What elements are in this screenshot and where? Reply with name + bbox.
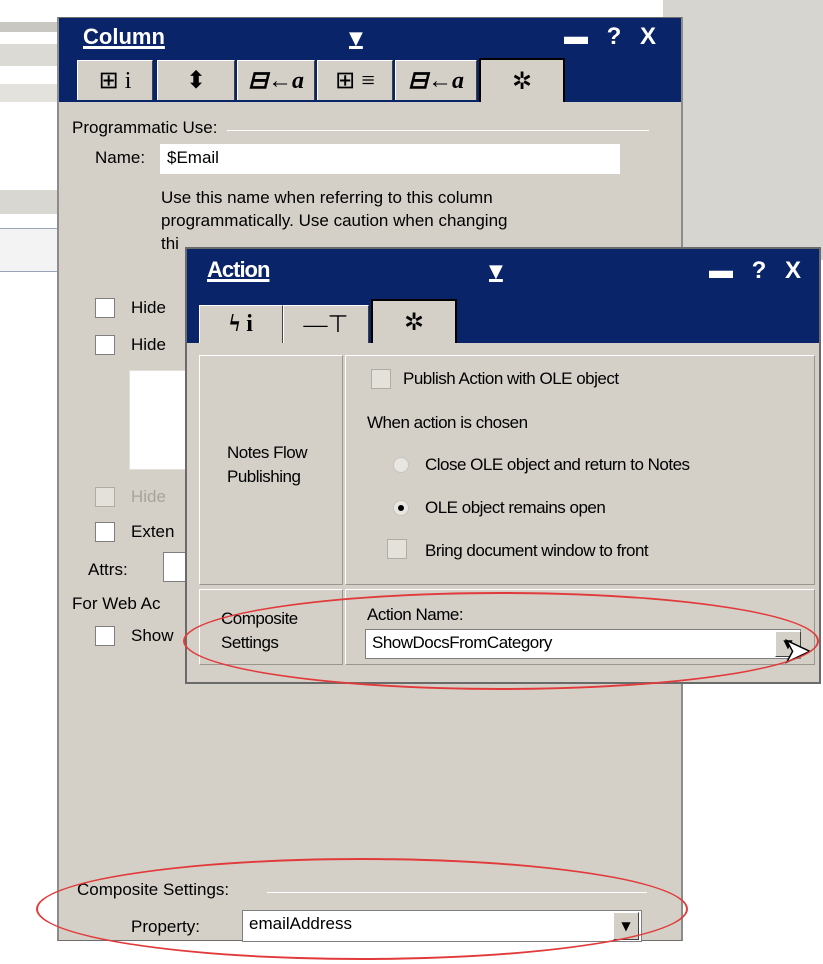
programmatic-use-label: Programmatic Use: xyxy=(72,118,218,137)
extend-checkbox[interactable] xyxy=(95,522,115,542)
tab-column-info[interactable]: ⊞ i xyxy=(77,60,153,100)
column-tab-strip: ⊞ i ⬍ ⊟←a ⊞ ≡ ⊟←a ✲ xyxy=(59,58,681,102)
bg-toolbar-band xyxy=(0,44,60,66)
column-titlebar[interactable]: Column ▼ ▬ ? X xyxy=(59,18,681,58)
bg-right-edge xyxy=(663,0,823,260)
tab-label: ⊞ i xyxy=(98,68,132,94)
help-text: programmatically. Use caution when chang… xyxy=(161,211,508,230)
bg-toolbar-band xyxy=(0,190,60,214)
hide-checkbox-disabled xyxy=(95,487,115,507)
hide-formula-box[interactable] xyxy=(129,370,189,470)
bg-toolbar-band xyxy=(0,22,60,32)
notes-flow-label: Publishing xyxy=(227,467,301,486)
for-web-label: For Web Ac xyxy=(72,594,161,613)
help-text: Use this name when referring to this col… xyxy=(161,188,493,207)
bring-front-checkbox[interactable] xyxy=(387,539,407,559)
tab-label: ✲ xyxy=(511,68,533,95)
window-controls-icons[interactable]: ▬ ? X xyxy=(564,23,662,50)
bg-toolbar-band xyxy=(0,84,60,102)
attrs-field[interactable] xyxy=(163,552,187,582)
tab-label: ⊞ ≡ xyxy=(335,68,375,94)
hide-label: Hide xyxy=(131,335,166,354)
title-controls[interactable]: ▬ ? X xyxy=(564,23,662,51)
name-label: Name: xyxy=(95,148,146,167)
publish-checkbox[interactable] xyxy=(371,369,391,389)
tab-label: —⊤ xyxy=(303,312,349,338)
show-checkbox[interactable] xyxy=(95,626,115,646)
tab-hide-when[interactable]: —⊤ xyxy=(283,305,369,343)
tab-label: ϟ i xyxy=(229,311,253,337)
when-chosen-label: When action is chosen xyxy=(367,413,528,432)
close-ole-radio[interactable] xyxy=(393,457,409,473)
bring-front-label: Bring document window to front xyxy=(425,541,649,560)
title-controls[interactable]: ▬ ? X xyxy=(709,257,807,285)
close-ole-label: Close OLE object and return to Notes xyxy=(425,455,690,474)
show-label: Show xyxy=(131,626,174,645)
hide-checkbox[interactable] xyxy=(95,298,115,318)
annotation-ellipse xyxy=(36,858,688,960)
ole-open-label: OLE object remains open xyxy=(425,498,606,517)
attrs-label: Attrs: xyxy=(88,560,128,579)
notes-flow-label: Notes Flow xyxy=(227,443,308,462)
tab-advanced[interactable]: ✲ xyxy=(371,299,457,343)
tab-label: ⊟←a xyxy=(407,68,465,94)
tab-label: ⬍ xyxy=(185,68,207,94)
group-divider xyxy=(227,130,649,131)
tab-fonts[interactable]: ⊟←a xyxy=(237,60,315,100)
ole-open-radio[interactable] xyxy=(393,500,409,516)
title-dropdown-icon[interactable]: ▼ xyxy=(349,28,363,49)
window-controls-icons[interactable]: ▬ ? X xyxy=(709,257,807,284)
tab-label: ✲ xyxy=(403,309,425,336)
tab-title-fonts[interactable]: ⊟←a xyxy=(395,60,477,100)
radio-dot xyxy=(398,505,404,511)
publish-label: Publish Action with OLE object xyxy=(403,369,619,388)
action-window-title: Action xyxy=(207,257,270,282)
title-dropdown-icon[interactable]: ▼ xyxy=(489,261,503,282)
tab-label: ⊟←a xyxy=(247,68,305,94)
tab-basics[interactable]: ϟ i xyxy=(199,305,283,343)
tab-numbers[interactable]: ⊞ ≡ xyxy=(317,60,393,100)
action-tab-strip: ϟ i —⊤ ✲ xyxy=(187,291,819,343)
name-field[interactable]: $Email xyxy=(160,144,620,174)
annotation-ellipse xyxy=(183,592,819,690)
extend-label: Exten xyxy=(131,522,175,541)
tab-advanced[interactable]: ✲ xyxy=(479,58,565,102)
action-titlebar[interactable]: Action ▼ ▬ ? X xyxy=(187,249,819,291)
help-text: thi xyxy=(161,234,179,253)
bg-field xyxy=(0,228,60,272)
hide-label-disabled: Hide xyxy=(131,487,166,506)
hide-checkbox[interactable] xyxy=(95,335,115,355)
tab-sorting[interactable]: ⬍ xyxy=(157,60,235,100)
column-window-title: Column xyxy=(83,24,165,49)
hide-label: Hide xyxy=(131,298,166,317)
